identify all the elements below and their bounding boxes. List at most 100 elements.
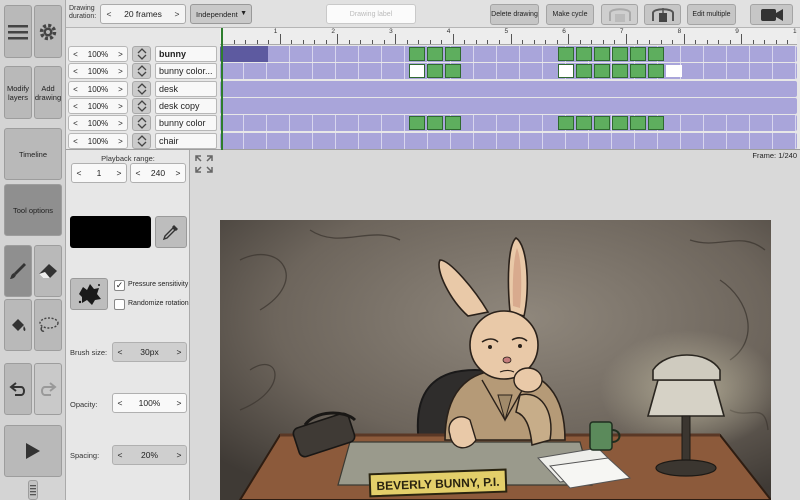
redo-button[interactable] [34,363,62,415]
layer-name[interactable]: chair [155,133,217,149]
layer-opacity-stepper[interactable]: <100% > [68,133,128,149]
drawing-label-input[interactable]: Drawing label [326,4,416,24]
keyframe-cell[interactable] [409,47,425,61]
menu-button[interactable] [4,5,32,58]
keyframe-cell[interactable] [648,116,664,130]
increment-icon[interactable]: > [114,102,127,111]
scroll-handle[interactable] [28,480,38,500]
layer-row[interactable]: <100% > desk copy [66,98,800,114]
keyframe-cell[interactable] [612,47,628,61]
make-cycle-button[interactable]: Make cycle [546,4,594,25]
increment-icon[interactable]: > [171,168,185,178]
increment-icon[interactable]: > [114,85,127,94]
pressure-sensitivity-checkbox[interactable]: ✓ [114,280,125,291]
opacity-stepper[interactable]: < 100% > [112,393,187,413]
increment-icon[interactable]: > [112,168,126,178]
decrement-icon[interactable]: < [101,9,117,19]
layer-opacity-stepper[interactable]: <100% > [68,81,128,97]
spacing-stepper[interactable]: < 20% > [112,445,187,465]
keyframe-cell[interactable] [594,116,610,130]
play-button[interactable] [4,425,62,477]
decrement-icon[interactable]: < [69,137,82,146]
keyframe-cell[interactable] [558,64,574,78]
lasso-tool-button[interactable] [34,299,62,351]
camera-button[interactable] [750,4,793,25]
delete-drawing-button[interactable]: Delete drawing [490,4,539,25]
decrement-icon[interactable]: < [69,119,82,128]
range-end-stepper[interactable]: < 240 > [130,163,186,183]
layer-row[interactable]: <100% > desk [66,81,800,97]
timeline-button[interactable]: Timeline [4,128,62,180]
decrement-icon[interactable]: < [72,168,86,178]
layer-name[interactable]: desk copy [155,98,217,114]
layer-reorder-button[interactable] [132,133,151,149]
keyframe-cell[interactable] [576,116,592,130]
keyframe-cell[interactable] [427,116,443,130]
empty-frame[interactable] [666,65,682,77]
keyframe-cell[interactable] [594,47,610,61]
onion-skin-button[interactable] [601,4,638,25]
layer-opacity-stepper[interactable]: <100% > [68,63,128,79]
decrement-icon[interactable]: < [113,347,127,357]
expand-icon[interactable] [194,154,214,174]
layer-track[interactable] [220,98,797,114]
randomize-rotation-checkbox[interactable] [114,299,125,310]
layer-row[interactable]: <100% > bunny [66,46,800,62]
keyframe-cell[interactable] [409,64,425,78]
drawing-canvas[interactable]: BEVERLY BUNNY, P.I. [220,220,771,500]
layer-reorder-button[interactable] [132,46,151,62]
layer-name[interactable]: bunny [155,46,217,62]
keyframe-cell[interactable] [427,47,443,61]
layer-reorder-button[interactable] [132,63,151,79]
decrement-icon[interactable]: < [113,398,127,408]
layer-name[interactable]: bunny color... [155,63,217,79]
keyframe-cell[interactable] [630,116,646,130]
keyframe-cell[interactable] [558,47,574,61]
layer-name[interactable]: bunny color [155,115,217,131]
decrement-icon[interactable]: < [69,67,82,76]
decrement-icon[interactable]: < [113,450,127,460]
keyframe-cell[interactable] [648,64,664,78]
frame-ruler[interactable]: 1 2 3 4 5 6 7 8 9 10 [220,28,797,45]
eraser-tool-button[interactable] [34,245,62,297]
layer-opacity-stepper[interactable]: <100% > [68,115,128,131]
layer-track[interactable] [220,133,797,149]
decrement-icon[interactable]: < [131,168,145,178]
keyframe-cell[interactable] [648,47,664,61]
layer-opacity-stepper[interactable]: <100% > [68,98,128,114]
range-start-stepper[interactable]: < 1 > [71,163,127,183]
keyframe-cell[interactable] [612,116,628,130]
increment-icon[interactable]: > [172,347,186,357]
layer-row[interactable]: <100% > bunny color [66,115,800,131]
layer-row[interactable]: <100% > chair [66,133,800,149]
layer-track[interactable] [220,63,797,79]
layer-opacity-stepper[interactable]: <100% > [68,46,128,62]
playhead[interactable] [221,28,223,150]
layer-reorder-button[interactable] [132,115,151,131]
keyframe-cell[interactable] [576,64,592,78]
fill-tool-button[interactable] [4,299,32,351]
duration-stepper[interactable]: < 20 frames > [100,4,186,24]
undo-button[interactable] [4,363,32,415]
keyframe-cell[interactable] [445,64,461,78]
layer-track[interactable] [220,46,797,62]
timing-mode-dropdown[interactable]: Independent ▼ [190,4,252,24]
decrement-icon[interactable]: < [69,102,82,111]
color-swatch[interactable] [70,216,151,248]
layer-track[interactable] [220,81,797,97]
lightbox-button[interactable] [644,4,681,25]
keyframe-cell[interactable] [445,116,461,130]
increment-icon[interactable]: > [169,9,185,19]
edit-multiple-button[interactable]: Edit multiple [687,4,736,25]
increment-icon[interactable]: > [114,119,127,128]
layer-row[interactable]: <100% > bunny color... [66,63,800,79]
layer-reorder-button[interactable] [132,81,151,97]
layer-name[interactable]: desk [155,81,217,97]
keyframe-cell[interactable] [445,47,461,61]
decrement-icon[interactable]: < [69,50,82,59]
increment-icon[interactable]: > [114,50,127,59]
keyframe-cell[interactable] [427,64,443,78]
keyframe-cell[interactable] [409,116,425,130]
brush-preset-button[interactable] [70,278,108,310]
increment-icon[interactable]: > [172,398,186,408]
